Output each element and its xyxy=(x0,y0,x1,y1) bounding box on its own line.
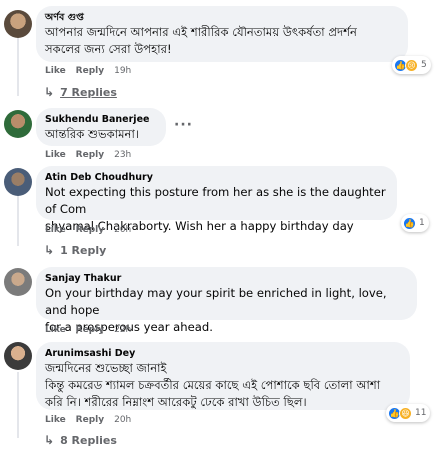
comment-text: আপনার জন্মদিনে আপনার এই শারীরিক যৌনতাময়… xyxy=(45,25,357,56)
reaction-summary[interactable]: 👍 😢 5 xyxy=(392,56,431,74)
reply-button[interactable]: Reply xyxy=(76,325,104,335)
comment-actions: Like Reply 19h xyxy=(45,66,131,76)
comment-actions: Like Reply 22h xyxy=(45,325,131,335)
comment-author[interactable]: অর্ণব গুপ্ত xyxy=(45,11,398,24)
comment-text: জন্মদিনের শুভেচ্ছা জানাই কিন্তু কমরেড শ্… xyxy=(45,361,381,409)
comment-actions: Like Reply 23h xyxy=(45,150,131,160)
reaction-summary[interactable]: 👍 😆 11 xyxy=(386,404,431,422)
like-button[interactable]: Like xyxy=(45,415,66,425)
reply-button[interactable]: Reply xyxy=(76,66,104,76)
replies-count: 1 Reply xyxy=(60,243,107,257)
comment-timestamp[interactable]: 23h xyxy=(114,150,131,160)
reply-arrow-icon: ↳ xyxy=(44,243,55,257)
thread-line xyxy=(17,36,19,96)
reply-button[interactable]: Reply xyxy=(76,415,104,425)
reply-arrow-icon: ↳ xyxy=(44,433,55,447)
comment-bubble: অর্ণব গুপ্ত আপনার জন্মদিনে আপনার এই শারী… xyxy=(36,6,408,62)
reaction-count: 1 xyxy=(419,218,425,228)
avatar[interactable] xyxy=(4,10,32,38)
view-replies-button[interactable]: ↳ 1 Reply xyxy=(44,243,106,257)
thread-line xyxy=(17,194,19,246)
comment-timestamp[interactable]: 22h xyxy=(114,325,131,335)
reply-button[interactable]: Reply xyxy=(76,150,104,160)
comment-author[interactable]: Sukhendu Banerjee xyxy=(45,113,156,126)
comment-timestamp[interactable]: 19h xyxy=(114,66,131,76)
more-options-icon[interactable]: ··· xyxy=(174,117,193,133)
reply-button[interactable]: Reply xyxy=(76,225,104,235)
reply-arrow-icon: ↳ xyxy=(44,85,55,99)
thread-line xyxy=(17,372,19,438)
comment-text: আন্তরিক শুভকামনা। xyxy=(45,127,139,141)
comment-actions: Like Reply 20h xyxy=(45,415,131,425)
comment-bubble: Sanjay Thakur On your birthday may your … xyxy=(36,267,417,334)
avatar[interactable] xyxy=(4,342,32,370)
comment-timestamp[interactable]: 20h xyxy=(114,415,131,425)
like-button[interactable]: Like xyxy=(45,150,66,160)
like-button[interactable]: Like xyxy=(45,225,66,235)
comment-author[interactable]: Sanjay Thakur xyxy=(45,272,407,285)
comment-bubble: Arunimsashi Dey জন্মদিনের শুভেচ্ছা জানাই… xyxy=(36,342,410,410)
comment-actions: Like Reply 20h xyxy=(45,225,131,235)
like-button[interactable]: Like xyxy=(45,66,66,76)
sad-icon: 😢 xyxy=(405,58,418,72)
replies-count: 7 Replies xyxy=(60,85,117,99)
view-replies-button[interactable]: ↳ 8 Replies xyxy=(44,433,117,447)
avatar[interactable] xyxy=(4,168,32,196)
comment-bubble: Sukhendu Banerjee আন্তরিক শুভকামনা। xyxy=(36,108,166,146)
reaction-count: 5 xyxy=(421,60,427,70)
view-replies-button[interactable]: ↳ 7 Replies xyxy=(44,85,117,99)
avatar[interactable] xyxy=(4,110,32,138)
like-icon: 👍 xyxy=(403,216,416,230)
reaction-count: 11 xyxy=(415,408,427,418)
like-button[interactable]: Like xyxy=(45,325,66,335)
comment-author[interactable]: Arunimsashi Dey xyxy=(45,347,400,360)
replies-count: 8 Replies xyxy=(60,433,117,447)
comment-author[interactable]: Atin Deb Choudhury xyxy=(45,171,387,184)
comment-bubble: Atin Deb Choudhury Not expecting this po… xyxy=(36,166,397,233)
comment-timestamp[interactable]: 20h xyxy=(114,225,131,235)
reaction-summary[interactable]: 👍 1 xyxy=(401,214,429,232)
haha-icon: 😆 xyxy=(399,406,412,420)
avatar[interactable] xyxy=(4,268,32,296)
